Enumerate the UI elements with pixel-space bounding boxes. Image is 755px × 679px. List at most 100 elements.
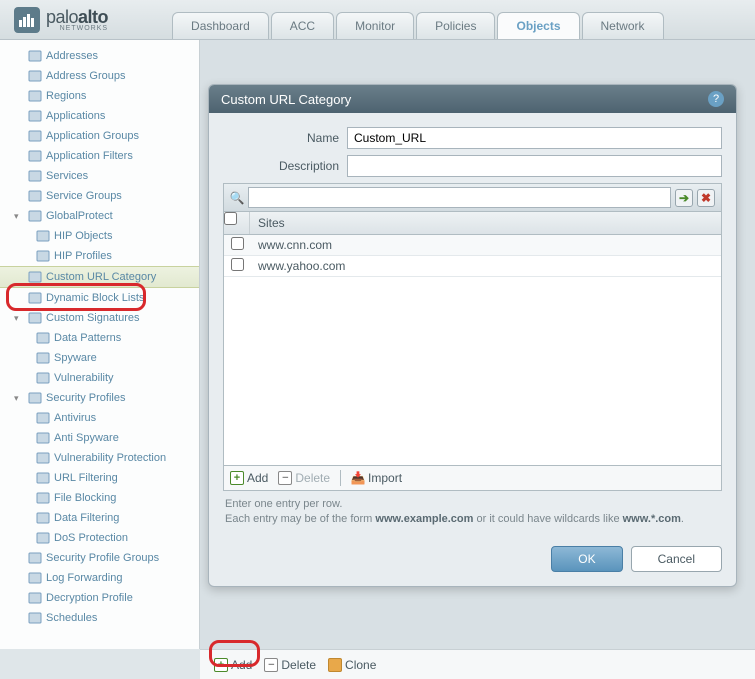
tree-item-applications[interactable]: Applications: [0, 106, 199, 126]
dos-icon: [36, 531, 50, 545]
minus-icon: −: [264, 658, 278, 672]
tree-item-anti-spyware[interactable]: Anti Spyware: [0, 428, 199, 448]
search-go-icon[interactable]: ➔: [675, 189, 693, 207]
tree-item-label: DoS Protection: [54, 532, 128, 544]
tree-item-services[interactable]: Services: [0, 166, 199, 186]
tree-item-hip-profiles[interactable]: HIP Profiles: [0, 246, 199, 266]
tree-item-hip-objects[interactable]: HIP Objects: [0, 226, 199, 246]
grid-search-input[interactable]: [248, 187, 671, 208]
tree-item-schedules[interactable]: Schedules: [0, 608, 199, 628]
tree-item-log-forwarding[interactable]: Log Forwarding: [0, 568, 199, 588]
tree-item-service-groups[interactable]: Service Groups: [0, 186, 199, 206]
cancel-button[interactable]: Cancel: [631, 546, 722, 572]
name-input[interactable]: [347, 127, 722, 149]
tree-item-security-profile-groups[interactable]: Security Profile Groups: [0, 548, 199, 568]
tree-item-application-groups[interactable]: Application Groups: [0, 126, 199, 146]
tree-item-label: Application Groups: [46, 130, 139, 142]
expander-icon[interactable]: ▾: [14, 393, 24, 404]
tree-item-antivirus[interactable]: Antivirus: [0, 408, 199, 428]
row-checkbox[interactable]: [231, 237, 244, 250]
tree-item-label: URL Filtering: [54, 472, 118, 484]
page-delete-button[interactable]: −Delete: [264, 658, 316, 672]
object-tree: Addresses Address Groups Regions Applicatio…: [0, 40, 200, 649]
help-icon[interactable]: ?: [708, 91, 724, 107]
services-icon: [28, 169, 42, 183]
file-block-icon: [36, 491, 50, 505]
tree-item-globalprotect[interactable]: ▾ GlobalProtect: [0, 206, 199, 226]
page-add-button[interactable]: +Add: [214, 658, 252, 672]
regions-icon: [28, 89, 42, 103]
tab-network[interactable]: Network: [582, 12, 664, 39]
url-filter-icon: [36, 471, 50, 485]
custom-url-category-dialog: Custom URL Category ? Name Description 🔍…: [208, 84, 737, 587]
tree-item-address-groups[interactable]: Address Groups: [0, 66, 199, 86]
row-checkbox[interactable]: [231, 258, 244, 271]
tree-item-label: Service Groups: [46, 190, 122, 202]
tree-item-vulnerability[interactable]: Vulnerability: [0, 368, 199, 388]
tree-item-dos-protection[interactable]: DoS Protection: [0, 528, 199, 548]
tree-item-label: Security Profile Groups: [46, 552, 159, 564]
expander-icon[interactable]: ▾: [14, 211, 24, 222]
page-clone-button[interactable]: Clone: [328, 658, 376, 672]
tree-item-dynamic-block-lists[interactable]: Dynamic Block Lists: [0, 288, 199, 308]
tree-item-label: Address Groups: [46, 70, 125, 82]
applications-icon: [28, 109, 42, 123]
tree-item-application-filters[interactable]: Application Filters: [0, 146, 199, 166]
application-groups-icon: [28, 129, 42, 143]
expander-icon[interactable]: ▾: [14, 313, 24, 324]
tree-item-custom-signatures[interactable]: ▾ Custom Signatures: [0, 308, 199, 328]
grid-import-button[interactable]: 📥Import: [351, 471, 402, 485]
table-row[interactable]: www.yahoo.com: [224, 256, 721, 277]
tree-item-label: Custom Signatures: [46, 312, 140, 324]
tree-item-file-blocking[interactable]: File Blocking: [0, 488, 199, 508]
tab-dashboard[interactable]: Dashboard: [172, 12, 269, 39]
vulnerability-icon: [36, 371, 50, 385]
tab-policies[interactable]: Policies: [416, 12, 495, 39]
schedules-icon: [28, 611, 42, 625]
vuln-protect-icon: [36, 451, 50, 465]
tree-item-security-profiles[interactable]: ▾Security Profiles: [0, 388, 199, 408]
tab-acc[interactable]: ACC: [271, 12, 334, 39]
table-row[interactable]: www.cnn.com: [224, 235, 721, 256]
grid-delete-button[interactable]: −Delete: [278, 471, 330, 485]
tree-item-label: Regions: [46, 90, 86, 102]
grid-add-button[interactable]: +Add: [230, 471, 268, 485]
tab-monitor[interactable]: Monitor: [336, 12, 414, 39]
tree-item-url-filtering[interactable]: URL Filtering: [0, 468, 199, 488]
sites-column-header[interactable]: Sites: [250, 212, 721, 234]
spyware-icon: [36, 351, 50, 365]
tree-item-label: Anti Spyware: [54, 432, 119, 444]
description-input[interactable]: [347, 155, 722, 177]
application-filters-icon: [28, 149, 42, 163]
hint-text: Enter one entry per row. Each entry may …: [223, 491, 722, 534]
tree-item-spyware[interactable]: Spyware: [0, 348, 199, 368]
brand-logo: paloalto NETWORKS: [0, 7, 122, 33]
ok-button[interactable]: OK: [551, 546, 622, 572]
tree-item-label: Services: [46, 170, 88, 182]
tab-objects[interactable]: Objects: [497, 12, 579, 39]
tree-item-label: Decryption Profile: [46, 592, 133, 604]
description-label: Description: [223, 159, 347, 173]
select-all-checkbox[interactable]: [224, 212, 237, 225]
tree-item-label: Addresses: [46, 50, 98, 62]
tree-item-label: HIP Profiles: [54, 250, 112, 262]
minus-icon: −: [278, 471, 292, 485]
grid-toolbar: 🔍 ➔ ✖: [223, 183, 722, 211]
tree-item-label: Vulnerability Protection: [54, 452, 166, 464]
tree-item-decryption-profile[interactable]: Decryption Profile: [0, 588, 199, 608]
tree-item-addresses[interactable]: Addresses: [0, 46, 199, 66]
anti-spyware-icon: [36, 431, 50, 445]
custom-url-icon: [28, 270, 42, 284]
decrypt-icon: [28, 591, 42, 605]
tree-item-label: Custom URL Category: [46, 271, 156, 283]
tree-item-data-filtering[interactable]: Data Filtering: [0, 508, 199, 528]
tree-item-label: GlobalProtect: [46, 210, 113, 222]
tree-item-label: Log Forwarding: [46, 572, 122, 584]
search-clear-icon[interactable]: ✖: [697, 189, 715, 207]
sites-grid: Sites www.cnn.comwww.yahoo.com: [223, 211, 722, 466]
tree-item-data-patterns[interactable]: Data Patterns: [0, 328, 199, 348]
tree-item-label: Applications: [46, 110, 105, 122]
tree-item-vulnerability-protection[interactable]: Vulnerability Protection: [0, 448, 199, 468]
tree-item-regions[interactable]: Regions: [0, 86, 199, 106]
tree-item-custom-url-category[interactable]: Custom URL Category: [0, 266, 199, 288]
